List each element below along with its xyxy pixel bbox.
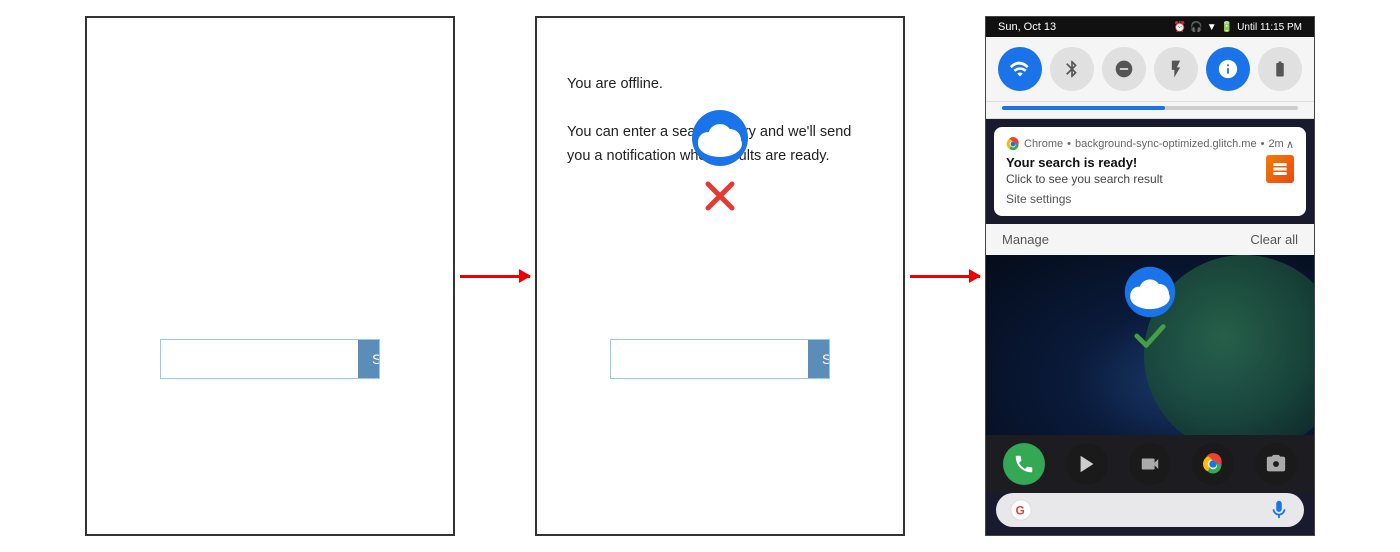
alarm-icon: ⏰ [1174, 22, 1186, 33]
battery-icon: 🔋 [1221, 22, 1233, 33]
search-button-1[interactable]: Search [358, 340, 380, 378]
dock-phone-icon[interactable] [1003, 443, 1045, 485]
offline-line1: You are offline. [567, 73, 873, 97]
search-bar-2: Search [610, 339, 830, 379]
arrow-1-icon [460, 275, 530, 278]
qs-wifi-icon[interactable] [998, 47, 1042, 91]
quick-settings [986, 37, 1314, 102]
action-bar: Manage Clear all [986, 224, 1314, 255]
status-time: Until 11:15 PM [1237, 22, 1302, 33]
search-input-1[interactable] [161, 340, 358, 378]
cloud-online-area [1114, 265, 1186, 353]
phone1-search-area: Search [160, 339, 380, 379]
notif-app-icon [1266, 155, 1294, 183]
notification-card[interactable]: Chrome • background-sync-optimized.glitc… [994, 127, 1306, 216]
search-input-2[interactable] [611, 340, 808, 378]
dock-video-icon[interactable] [1129, 443, 1171, 485]
site-settings-link[interactable]: Site settings [1006, 192, 1163, 206]
qs-flashlight-icon[interactable] [1154, 47, 1198, 91]
manage-button[interactable]: Manage [1002, 232, 1049, 247]
dock-chrome-icon[interactable] [1192, 443, 1234, 485]
chrome-logo-icon [1006, 137, 1020, 151]
notif-bullet: • [1067, 138, 1071, 150]
notif-body: Click to see you search result [1006, 172, 1163, 186]
brightness-bar[interactable] [1002, 106, 1298, 110]
android-panel: Sun, Oct 13 ⏰ 🎧 ▼ 🔋 Until 11:15 PM [985, 16, 1315, 536]
cloud-icon-online [1114, 265, 1186, 319]
notif-expand-icon[interactable]: ∧ [1286, 138, 1294, 151]
arrow-1-container [455, 275, 535, 278]
arrow-2-icon [910, 275, 980, 278]
notif-header: Chrome • background-sync-optimized.glitc… [1006, 137, 1294, 151]
search-button-2[interactable]: Search [808, 340, 830, 378]
cloud-icon-offline [680, 108, 760, 168]
brightness-fill [1002, 106, 1165, 110]
qs-dnd-icon[interactable] [1102, 47, 1146, 91]
status-bar: Sun, Oct 13 ⏰ 🎧 ▼ 🔋 Until 11:15 PM [986, 17, 1314, 37]
status-date: Sun, Oct 13 [998, 21, 1056, 33]
notif-bullet2: • [1261, 138, 1265, 150]
x-icon [702, 178, 738, 214]
qs-bluetooth-icon[interactable] [1050, 47, 1094, 91]
headphone-icon: 🎧 [1190, 22, 1202, 33]
google-mic-icon[interactable] [1268, 499, 1290, 521]
phone-frame-2: You are offline. You can enter a search … [535, 16, 905, 536]
cloud-offline-area [680, 108, 760, 214]
arrow-2-container [905, 275, 985, 278]
android-wallpaper [986, 255, 1314, 435]
dock-playstore-icon[interactable] [1066, 443, 1108, 485]
search-bar-1: Search [160, 339, 380, 379]
status-bar-icons: ⏰ 🎧 ▼ 🔋 Until 11:15 PM [1174, 22, 1302, 33]
dock-camera-icon[interactable] [1255, 443, 1297, 485]
qs-battery-icon[interactable] [1258, 47, 1302, 91]
dock-bar [986, 435, 1314, 493]
wifi-icon: ▼ [1207, 22, 1217, 33]
google-g-icon: G [1010, 499, 1032, 521]
checkmark-icon [1133, 319, 1167, 353]
phone-frame-1: Search [85, 16, 455, 536]
main-container: Search You are offline. You can enter a … [0, 0, 1400, 552]
phone2-search-area: Search [610, 339, 830, 379]
brightness-bar-area [986, 102, 1314, 119]
clear-all-button[interactable]: Clear all [1250, 232, 1298, 247]
notif-source: Chrome [1024, 138, 1063, 150]
notif-header-left: Chrome • background-sync-optimized.glitc… [1006, 137, 1284, 151]
notif-time: 2m [1268, 138, 1283, 150]
notif-site: background-sync-optimized.glitch.me [1075, 138, 1257, 150]
qs-datasaver-icon[interactable] [1206, 47, 1250, 91]
google-search-bar[interactable]: G [996, 493, 1304, 527]
svg-text:G: G [1016, 504, 1025, 518]
notif-title: Your search is ready! [1006, 155, 1163, 170]
